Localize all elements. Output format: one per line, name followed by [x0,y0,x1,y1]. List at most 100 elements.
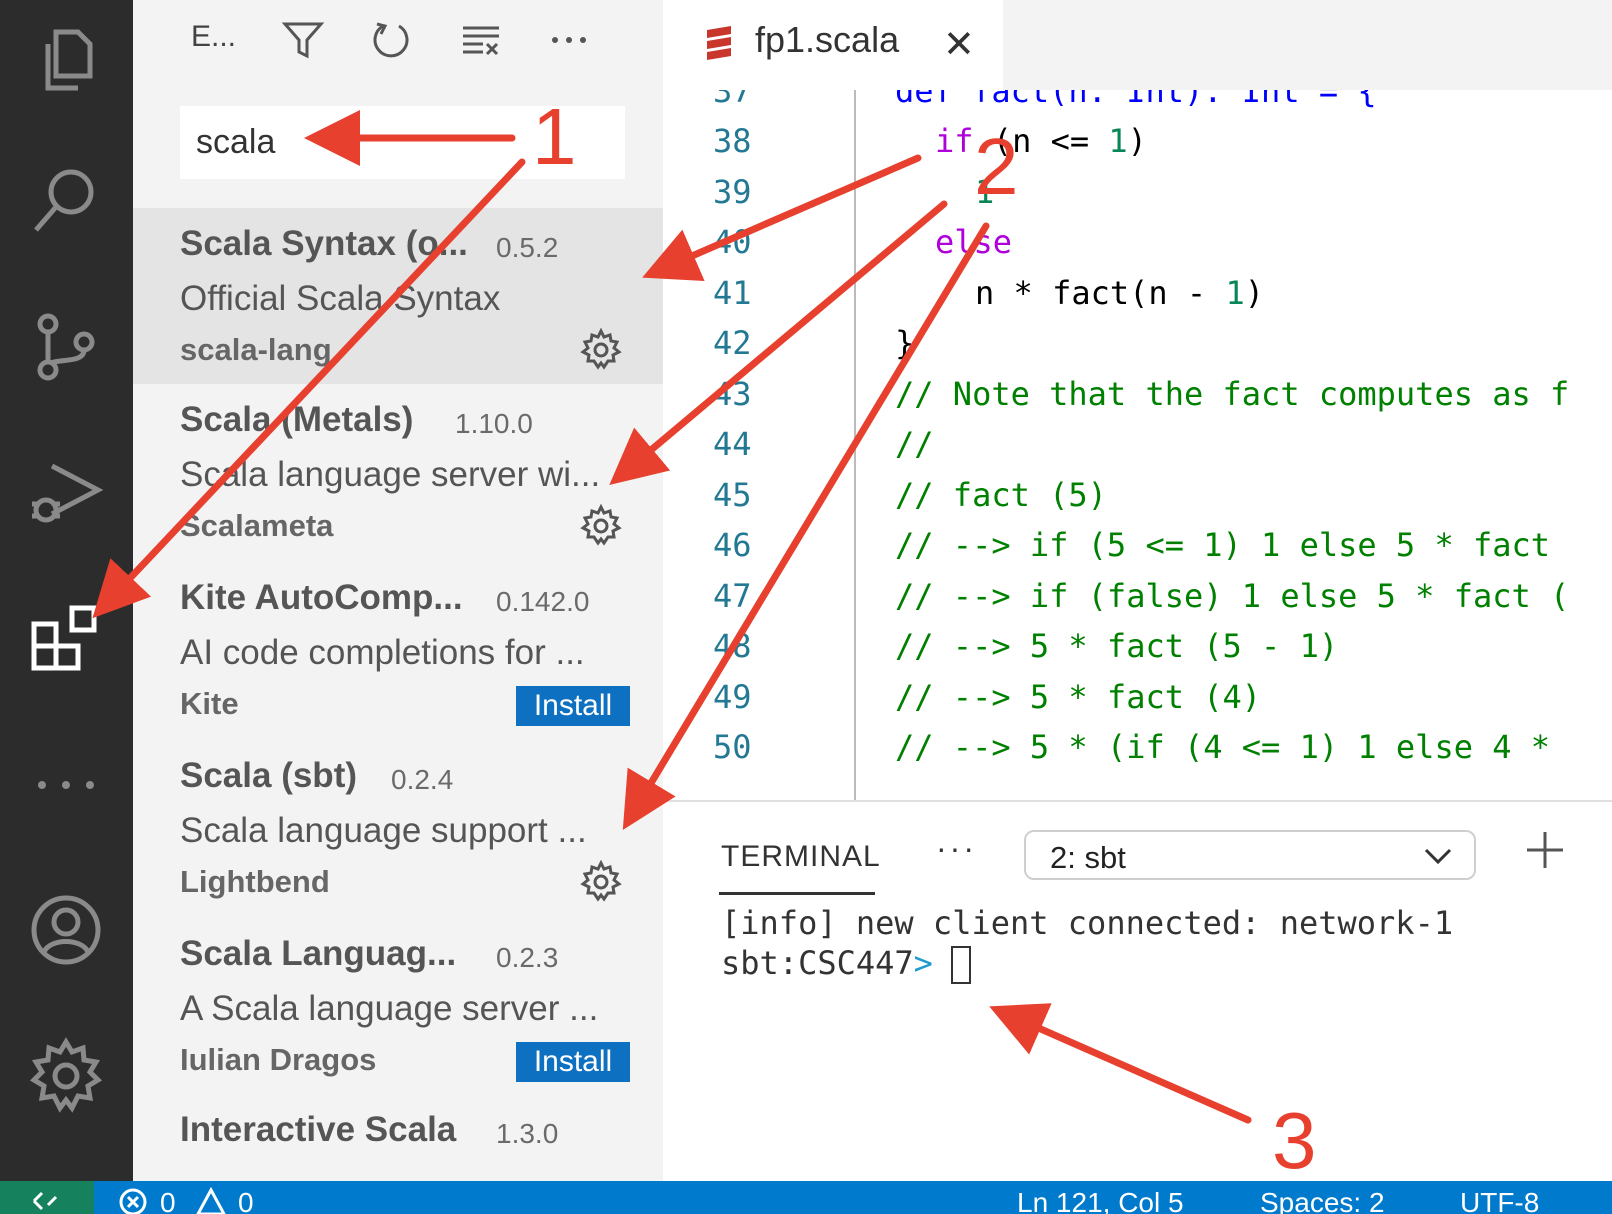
code-comment: // --> 5 * fact (5 - 1) [895,627,1339,665]
line-number: 43 [713,375,752,413]
terminal-cursor [950,946,971,984]
line-number: 40 [713,223,752,261]
warnings-count[interactable]: 0 [238,1187,254,1214]
install-button[interactable]: Install [516,686,630,726]
extension-item[interactable]: Kite AutoComp... 0.142.0 AI code complet… [133,562,663,738]
extension-version: 1.10.0 [455,408,533,439]
account-icon[interactable] [26,890,106,970]
line-number: 47 [713,577,752,615]
extension-description: Official Scala Syntax [180,279,501,318]
extension-publisher: Scalameta [180,508,334,543]
active-tab-indicator [719,892,875,895]
terminal-select[interactable]: 2: sbt [1024,830,1476,880]
extension-version: 0.5.2 [496,232,559,263]
close-icon[interactable]: ✕ [943,22,975,67]
code-line: } [895,324,915,362]
extension-version: 0.142.0 [496,586,590,617]
extension-name: Scala Languag... [180,934,457,973]
indent-guide [854,90,856,800]
add-terminal-icon[interactable] [1523,828,1567,872]
line-number: 49 [713,678,752,716]
gear-icon[interactable] [579,860,623,904]
gear-icon[interactable] [579,328,623,372]
code-text: ) [1127,122,1147,160]
tab-fp1-scala[interactable]: fp1.scala ✕ [663,0,1003,90]
extension-description: Scala language support ... [180,811,587,850]
problems-count[interactable]: 0 [160,1187,176,1214]
extension-item[interactable]: Interactive Scala 1.3.0 [133,1094,663,1181]
indentation[interactable]: Spaces: 2 [1260,1187,1385,1214]
remote-icon [32,1191,58,1211]
extension-name: Scala Syntax (o... [180,224,468,263]
extension-publisher: Lightbend [180,864,330,899]
explorer-icon[interactable] [26,18,106,98]
extension-item[interactable]: Scala (sbt) 0.2.4 Scala language support… [133,740,663,916]
extension-description: AI code completions for ... [180,633,585,672]
line-number: 46 [713,526,752,564]
line-number: 38 [713,122,752,160]
extension-publisher: Kite [180,686,239,721]
code-comment: // Note that the fact computes as f [895,375,1570,413]
line-number: 45 [713,476,752,514]
filter-icon[interactable] [281,18,325,62]
tab-label: fp1.scala [755,19,900,60]
terminal-panel: TERMINAL ··· 2: sbt [info] new client co… [663,800,1612,1183]
extension-name: Scala (sbt) [180,756,357,795]
code-comment: // --> if (5 <= 1) 1 else 5 * fact [895,526,1551,564]
warning-icon[interactable] [196,1187,226,1214]
line-number: 42 [713,324,752,362]
extension-name: Scala (Metals) [180,400,414,439]
line-number: 48 [713,627,752,665]
encoding[interactable]: UTF-8 [1460,1187,1539,1214]
more-icon[interactable] [547,18,591,62]
extension-item[interactable]: Scala (Metals) 1.10.0 Scala language ser… [133,384,663,560]
extension-item[interactable]: Scala Syntax (o... 0.5.2 Official Scala … [133,208,663,384]
code-comment: // --> 5 * (if (4 <= 1) 1 else 4 * [895,728,1551,766]
code-line: def fact(n: Int): Int = { [895,90,1377,110]
cursor-position[interactable]: Ln 121, Col 5 [1017,1187,1184,1214]
editor-tab-bar: fp1.scala ✕ [663,0,1612,90]
line-number: 41 [713,274,752,312]
terminal-select-value: 2: sbt [1050,840,1126,875]
extension-description: Scala language server wi... [180,455,601,494]
code-line: n * fact(n - 1) [975,274,1264,312]
extension-version: 0.2.3 [496,942,559,973]
keyword: def [895,90,953,110]
code-text: n * fact(n - [975,274,1226,312]
code-line: 1 [975,173,995,211]
prompt-arrow: > [913,944,933,982]
more-icon[interactable] [26,745,106,825]
gear-icon[interactable] [579,504,623,548]
source-control-icon[interactable] [26,306,106,386]
line-number: 37 [713,90,752,110]
remote-indicator[interactable] [0,1181,94,1214]
run-debug-icon[interactable] [26,452,106,532]
number-literal: 1 [1225,274,1245,312]
line-number: 50 [713,728,752,766]
settings-gear-icon[interactable] [26,1036,106,1116]
extensions-sidebar: E... Scala Syntax (o... 0.5.2 Official S… [133,0,663,1181]
extension-item[interactable]: Scala Languag... 0.2.3 A Scala language … [133,918,663,1094]
error-icon[interactable] [118,1187,148,1214]
line-number: 44 [713,425,752,463]
tab-terminal[interactable]: TERMINAL [721,840,881,874]
extension-publisher: scala-lang [180,332,332,367]
extensions-icon[interactable] [26,598,106,678]
extension-search-input[interactable] [180,106,625,179]
code-text: fact(n: Int): Int = { [952,90,1377,110]
clear-icon[interactable] [459,18,503,62]
extension-description: A Scala language server ... [180,989,599,1028]
sidebar-title: E... [191,20,237,53]
refresh-icon[interactable] [369,18,413,62]
code-editor[interactable]: 37 38 39 40 41 42 43 44 45 46 47 48 49 5… [663,90,1612,800]
code-comment: // fact (5) [895,476,1107,514]
terminal-prompt[interactable]: sbt:CSC447> [721,944,971,984]
more-icon[interactable]: ··· [936,830,977,867]
code-comment: // --> 5 * fact (4) [895,678,1262,716]
activity-bar [0,0,133,1181]
search-icon[interactable] [26,160,106,240]
code-line: else [935,223,1013,261]
code-line: if (n <= 1) [935,122,1147,160]
code-text: ) [1244,274,1264,312]
install-button[interactable]: Install [516,1042,630,1082]
